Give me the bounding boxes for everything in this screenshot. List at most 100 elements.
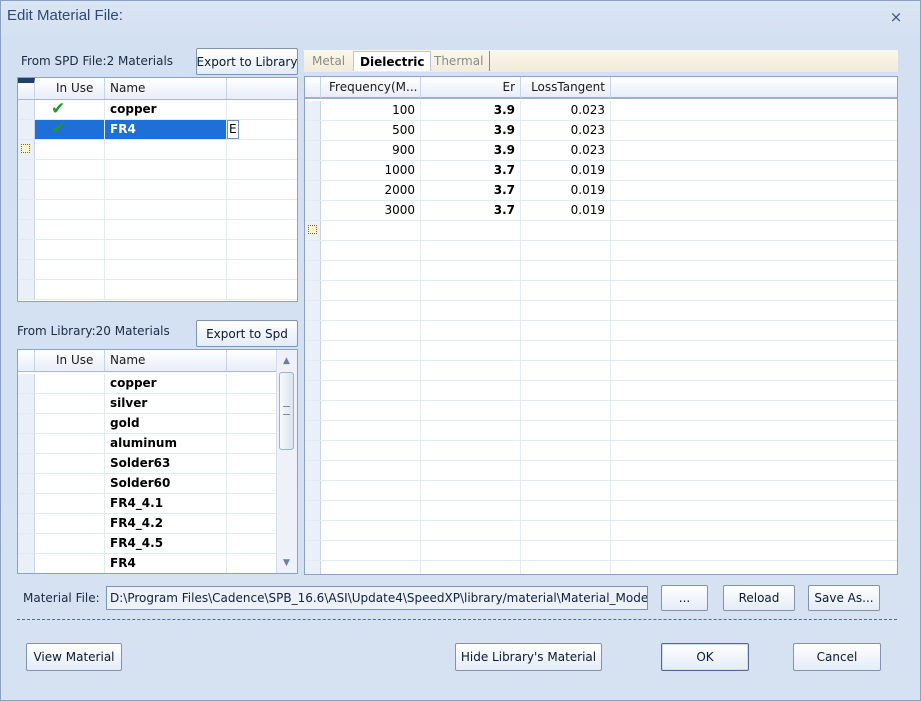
- er-cell[interactable]: [421, 321, 521, 340]
- table-row[interactable]: 100 3.9 0.023: [305, 101, 897, 121]
- frequency-cell[interactable]: 2000: [321, 181, 421, 200]
- name-cell[interactable]: copper: [105, 374, 227, 393]
- loss-tangent-cell[interactable]: [521, 301, 611, 320]
- library-col-name[interactable]: Name: [105, 350, 227, 371]
- table-row[interactable]: [305, 241, 897, 261]
- name-cell[interactable]: [105, 240, 227, 259]
- frequency-cell[interactable]: [321, 281, 421, 300]
- er-cell[interactable]: 3.7: [421, 201, 521, 220]
- frequency-cell[interactable]: [321, 341, 421, 360]
- material-file-path-field[interactable]: D:\Program Files\Cadence\SPB_16.6\ASI\Up…: [106, 586, 648, 610]
- table-row[interactable]: ✔ FR4 E: [18, 120, 297, 140]
- er-cell[interactable]: [421, 341, 521, 360]
- name-cell[interactable]: aluminum: [105, 434, 227, 453]
- loss-tangent-cell[interactable]: [521, 461, 611, 480]
- in-use-cell[interactable]: ✔: [35, 120, 105, 139]
- table-row[interactable]: 900 3.9 0.023: [305, 141, 897, 161]
- in-use-cell[interactable]: [35, 374, 105, 393]
- loss-tangent-cell[interactable]: [521, 541, 611, 560]
- name-cell[interactable]: copper: [105, 100, 227, 119]
- list-item[interactable]: FR4: [18, 554, 276, 573]
- table-row[interactable]: [18, 180, 297, 200]
- list-item[interactable]: Solder60: [18, 474, 276, 494]
- loss-tangent-cell[interactable]: [521, 441, 611, 460]
- tab-metal[interactable]: Metal: [306, 51, 351, 71]
- loss-tangent-cell[interactable]: [521, 521, 611, 540]
- in-use-cell[interactable]: [35, 514, 105, 533]
- er-cell[interactable]: [421, 521, 521, 540]
- table-row[interactable]: [305, 421, 897, 441]
- er-cell[interactable]: 3.9: [421, 121, 521, 140]
- frequency-cell[interactable]: [321, 321, 421, 340]
- in-use-cell[interactable]: [35, 394, 105, 413]
- in-use-cell[interactable]: [35, 554, 105, 573]
- table-row[interactable]: [18, 260, 297, 280]
- frequency-cell[interactable]: 500: [321, 121, 421, 140]
- frequency-cell[interactable]: [321, 221, 421, 240]
- er-cell[interactable]: 3.7: [421, 181, 521, 200]
- er-cell[interactable]: [421, 501, 521, 520]
- hide-library-material-button[interactable]: Hide Library's Material: [455, 643, 602, 671]
- name-cell[interactable]: FR4_4.1: [105, 494, 227, 513]
- name-cell[interactable]: [105, 260, 227, 279]
- frequency-cell[interactable]: [321, 441, 421, 460]
- table-row[interactable]: [305, 321, 897, 341]
- view-material-button[interactable]: View Material: [26, 643, 122, 671]
- table-row[interactable]: [305, 361, 897, 381]
- table-row[interactable]: [18, 220, 297, 240]
- loss-tangent-cell[interactable]: [521, 561, 611, 574]
- in-use-cell[interactable]: [35, 280, 105, 299]
- table-row[interactable]: [305, 561, 897, 574]
- er-cell[interactable]: [421, 361, 521, 380]
- name-cell[interactable]: FR4_4.2: [105, 514, 227, 533]
- library-scrollbar[interactable]: ▲ ▼: [276, 350, 297, 573]
- er-cell[interactable]: 3.9: [421, 101, 521, 120]
- table-row[interactable]: [305, 501, 897, 521]
- er-cell[interactable]: [421, 281, 521, 300]
- scroll-up-icon[interactable]: ▲: [280, 355, 293, 367]
- name-cell[interactable]: FR4_4.5: [105, 534, 227, 553]
- scrollbar-thumb[interactable]: [279, 372, 294, 450]
- name-cell[interactable]: [105, 160, 227, 179]
- table-row[interactable]: [305, 281, 897, 301]
- table-row[interactable]: 500 3.9 0.023: [305, 121, 897, 141]
- er-cell[interactable]: 3.7: [421, 161, 521, 180]
- loss-tangent-cell[interactable]: [521, 381, 611, 400]
- close-icon[interactable]: ×: [887, 8, 905, 26]
- name-cell[interactable]: gold: [105, 414, 227, 433]
- er-cell[interactable]: [421, 441, 521, 460]
- er-cell[interactable]: [421, 221, 521, 240]
- in-use-cell[interactable]: [35, 140, 105, 159]
- loss-tangent-cell[interactable]: [521, 341, 611, 360]
- loss-tangent-cell[interactable]: 0.019: [521, 161, 611, 180]
- col-frequency[interactable]: Frequency(M...: [321, 77, 421, 98]
- tab-thermal[interactable]: Thermal: [428, 51, 491, 71]
- table-row[interactable]: 3000 3.7 0.019: [305, 201, 897, 221]
- table-row[interactable]: [18, 240, 297, 260]
- spd-col-in-use[interactable]: In Use: [35, 78, 105, 99]
- frequency-cell[interactable]: [321, 361, 421, 380]
- in-use-cell[interactable]: [35, 534, 105, 553]
- export-to-library-button[interactable]: Export to Library: [196, 48, 298, 75]
- frequency-cell[interactable]: [321, 401, 421, 420]
- name-cell[interactable]: [105, 200, 227, 219]
- er-cell[interactable]: [421, 241, 521, 260]
- loss-tangent-cell[interactable]: [521, 361, 611, 380]
- loss-tangent-cell[interactable]: [521, 261, 611, 280]
- tab-dielectric[interactable]: Dielectric: [353, 51, 432, 71]
- frequency-cell[interactable]: 3000: [321, 201, 421, 220]
- loss-tangent-cell[interactable]: [521, 221, 611, 240]
- loss-tangent-cell[interactable]: 0.023: [521, 141, 611, 160]
- frequency-cell[interactable]: [321, 381, 421, 400]
- loss-tangent-cell[interactable]: [521, 481, 611, 500]
- name-cell[interactable]: [105, 180, 227, 199]
- list-item[interactable]: copper: [18, 374, 276, 394]
- loss-tangent-cell[interactable]: [521, 321, 611, 340]
- er-cell[interactable]: 3.9: [421, 141, 521, 160]
- name-cell[interactable]: [105, 140, 227, 159]
- er-cell[interactable]: [421, 541, 521, 560]
- list-item[interactable]: Solder63: [18, 454, 276, 474]
- table-row[interactable]: [305, 381, 897, 401]
- frequency-cell[interactable]: [321, 261, 421, 280]
- col-er[interactable]: Er: [421, 77, 521, 98]
